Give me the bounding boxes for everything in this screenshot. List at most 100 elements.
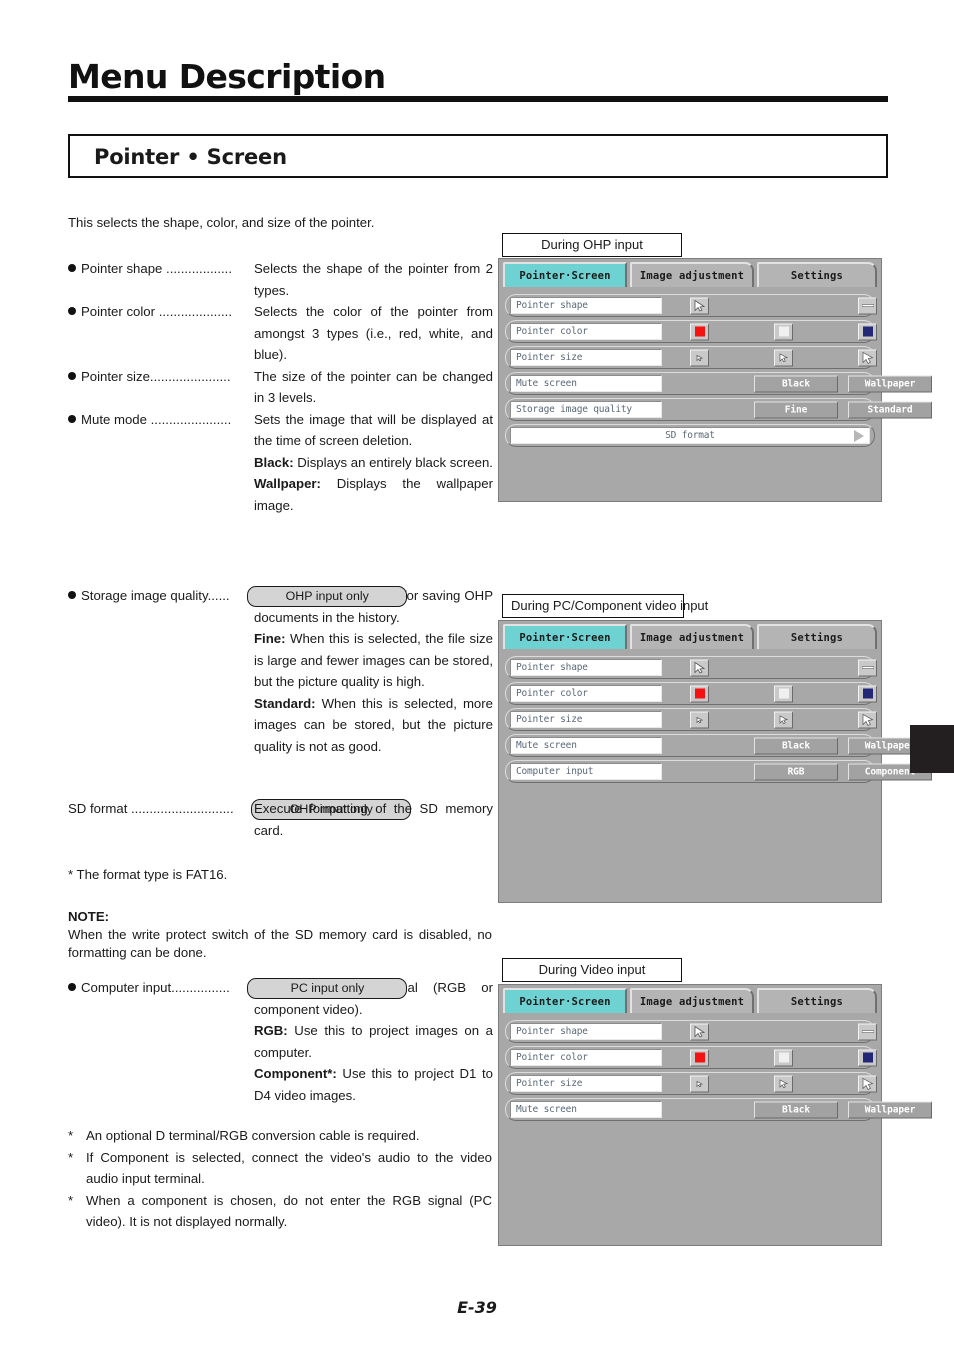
pointer-dash-icon[interactable] <box>858 1023 877 1040</box>
swatch-blue-icon[interactable] <box>858 323 877 340</box>
tab-image-adjustment[interactable]: Image adjustment <box>630 624 754 649</box>
row-options: RGB Component <box>662 761 932 782</box>
definition-list-storage: Storage image quality...... OHP input on… <box>68 585 493 757</box>
swatch-red-icon[interactable] <box>690 1049 709 1066</box>
button-black[interactable]: Black <box>754 375 838 392</box>
osd-body: Pointer shape Pointer color Pointer size… <box>499 1013 932 1130</box>
row-options <box>662 347 877 368</box>
button-black[interactable]: Black <box>754 737 838 754</box>
arrow-medium-icon[interactable] <box>774 711 793 728</box>
button-wallpaper[interactable]: Wallpaper <box>848 1101 932 1118</box>
panel-caption-pc: During PC/Component video input <box>502 594 708 618</box>
row-label: Pointer size <box>510 349 662 366</box>
swatch-white-icon[interactable] <box>774 323 793 340</box>
bullet-icon <box>68 307 76 315</box>
footnote-list: * An optional D terminal/RGB conversion … <box>68 1125 492 1233</box>
swatch-red-icon[interactable] <box>690 685 709 702</box>
row-label: Pointer color <box>510 685 662 702</box>
pointer-arrow-icon[interactable] <box>690 659 709 676</box>
row-sd-format[interactable]: SD format <box>505 424 875 447</box>
pc-input-only-badge: PC input only <box>247 978 408 999</box>
row-mute-screen: Mute screen Black Wallpaper <box>505 1098 932 1121</box>
button-rgb[interactable]: RGB <box>754 763 838 780</box>
osd-body: Pointer shape Pointer color Pointer size… <box>499 287 932 456</box>
tab-settings[interactable]: Settings <box>757 988 877 1013</box>
row-options: Fine Standard <box>662 399 932 420</box>
note-block: NOTE: When the write protect switch of t… <box>68 908 492 962</box>
row-pointer-shape: Pointer shape <box>505 1020 877 1043</box>
osd-tabbar: Pointer·Screen Image adjustment Settings <box>499 259 881 287</box>
sd-format-label: SD format <box>665 430 715 441</box>
osd-tabbar: Pointer·Screen Image adjustment Settings <box>499 621 881 649</box>
swatch-blue-icon[interactable] <box>858 1049 877 1066</box>
pointer-arrow-icon[interactable] <box>690 297 709 314</box>
arrow-large-icon[interactable] <box>858 1075 877 1092</box>
definition-row: Pointer color .................... Selec… <box>68 301 493 366</box>
button-standard[interactable]: Standard <box>848 401 932 418</box>
title-rule <box>68 96 888 102</box>
rgb-label: RGB: <box>254 1023 288 1038</box>
swatch-red-icon[interactable] <box>690 323 709 340</box>
tab-settings[interactable]: Settings <box>757 624 877 649</box>
swatch-blue-icon[interactable] <box>858 685 877 702</box>
definition-term: Storage image quality...... OHP input on… <box>68 585 408 607</box>
osd-body: Pointer shape Pointer color Pointer size… <box>499 649 932 792</box>
pointer-dash-icon[interactable] <box>858 659 877 676</box>
definition-term: Pointer color .................... <box>68 301 254 323</box>
row-options <box>662 295 877 316</box>
arrow-large-icon[interactable] <box>858 349 877 366</box>
footnote-item: * An optional D terminal/RGB conversion … <box>68 1128 420 1143</box>
arrow-medium-icon[interactable] <box>774 1075 793 1092</box>
bullet-icon <box>68 983 76 991</box>
row-pointer-color: Pointer color <box>505 320 877 343</box>
definition-term: Pointer shape .................. <box>68 258 254 280</box>
arrow-small-icon[interactable] <box>690 349 709 366</box>
pointer-arrow-icon[interactable] <box>690 1023 709 1040</box>
osd-panel-pc: Pointer·Screen Image adjustment Settings… <box>498 620 932 903</box>
tab-image-adjustment[interactable]: Image adjustment <box>630 988 754 1013</box>
tab-pointer-screen[interactable]: Pointer·Screen <box>503 262 627 287</box>
sd-format-button[interactable]: SD format <box>510 427 870 444</box>
definition-description: Selects the shape of the pointer from 2 … <box>254 261 493 298</box>
arrow-medium-icon[interactable] <box>774 349 793 366</box>
row-mute-screen: Mute screen Black Wallpaper <box>505 372 932 395</box>
definition-row: Pointer size...................... The s… <box>68 366 493 409</box>
panel-caption-video: During Video input <box>502 958 682 982</box>
panel-caption-ohp: During OHP input <box>502 233 682 257</box>
definition-description: The size of the pointer can be changed i… <box>254 368 493 406</box>
osd-tabbar: Pointer·Screen Image adjustment Settings <box>499 985 881 1013</box>
row-pointer-size: Pointer size <box>505 346 877 369</box>
row-pointer-size: Pointer size <box>505 1072 877 1095</box>
tab-settings[interactable]: Settings <box>757 262 877 287</box>
row-label: Pointer shape <box>510 659 662 676</box>
row-label: Computer input <box>510 763 662 780</box>
definition-description: Execute formatting of the SD memory card… <box>254 801 493 838</box>
definition-description: Sets the image that will be displayed at… <box>254 411 493 513</box>
swatch-white-icon[interactable] <box>774 685 793 702</box>
osd-panel-ohp: Pointer·Screen Image adjustment Settings… <box>498 258 932 502</box>
arrow-small-icon[interactable] <box>690 711 709 728</box>
tab-pointer-screen[interactable]: Pointer·Screen <box>503 988 627 1013</box>
row-options <box>662 1021 877 1042</box>
definition-row: Mute mode ...................... Sets th… <box>68 409 493 517</box>
standard-label: Standard: <box>254 695 316 711</box>
row-options: Black Wallpaper <box>662 735 932 756</box>
swatch-white-icon[interactable] <box>774 1049 793 1066</box>
row-label: Mute screen <box>510 1101 662 1118</box>
pointer-dash-icon[interactable] <box>858 297 877 314</box>
definition-description: Selects the color of the pointer from am… <box>254 304 493 362</box>
footnote-item: * When a component is chosen, do not ent… <box>68 1192 492 1230</box>
button-fine[interactable]: Fine <box>754 401 838 418</box>
mute-wallpaper-label: Wallpaper: <box>254 476 321 491</box>
tab-pointer-screen[interactable]: Pointer·Screen <box>503 624 627 649</box>
arrow-small-icon[interactable] <box>690 1075 709 1092</box>
definition-description: Select the picture quality for saving OH… <box>254 588 493 754</box>
arrow-large-icon[interactable] <box>858 711 877 728</box>
tab-image-adjustment[interactable]: Image adjustment <box>630 262 754 287</box>
footnote-item: * If Component is selected, connect the … <box>68 1149 492 1187</box>
button-wallpaper[interactable]: Wallpaper <box>848 375 932 392</box>
row-label: Pointer size <box>510 1075 662 1092</box>
chevron-right-icon <box>854 429 864 442</box>
button-black[interactable]: Black <box>754 1101 838 1118</box>
edge-tab-marker <box>910 725 954 773</box>
